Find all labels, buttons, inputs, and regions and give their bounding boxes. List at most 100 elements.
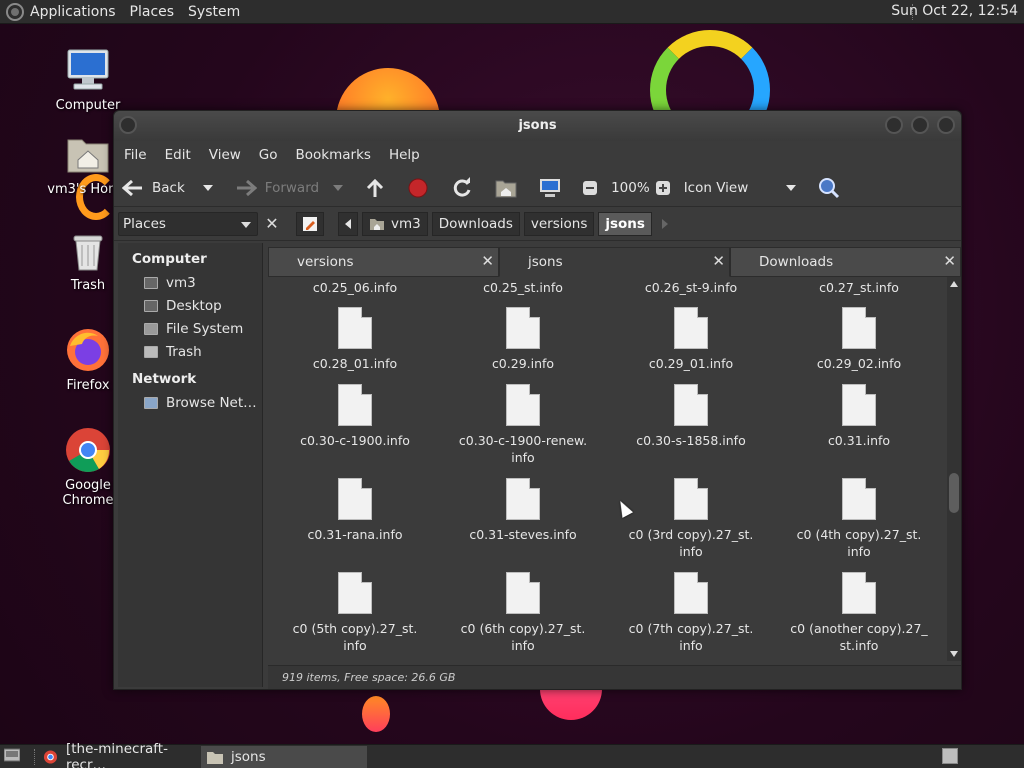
document-icon: [338, 572, 372, 614]
clock[interactable]: Sun Oct 22, 12:54: [891, 3, 1018, 19]
file-item[interactable]: c0.30-c-1900.info: [271, 384, 439, 449]
system-menu[interactable]: System: [188, 4, 240, 20]
file-item[interactable]: c0.28_01.info: [271, 307, 439, 372]
places-menu[interactable]: Places: [130, 4, 175, 20]
scroll-down-icon[interactable]: [950, 651, 958, 657]
file-item[interactable]: c0 (another copy).27_ st.info: [775, 572, 943, 654]
close-icon[interactable]: [937, 116, 955, 134]
close-tab-icon[interactable]: ✕: [712, 252, 725, 270]
show-desktop-icon[interactable]: [3, 748, 21, 766]
file-name: c0.31-steves.info: [469, 527, 577, 542]
back-button[interactable]: Back: [122, 179, 221, 197]
up-button[interactable]: [365, 178, 393, 198]
file-item[interactable]: c0.31-rana.info: [271, 478, 439, 543]
file-item[interactable]: c0.31-steves.info: [439, 478, 607, 543]
scroll-thumb[interactable]: [949, 473, 959, 513]
trash-icon: [144, 345, 158, 358]
breadcrumb-jsons[interactable]: jsons: [598, 211, 652, 236]
breadcrumb-downloads[interactable]: Downloads: [431, 211, 520, 236]
close-sidebar-icon[interactable]: ✕: [262, 213, 282, 235]
sidebar-item-desktop[interactable]: Desktop: [118, 294, 262, 317]
search-button[interactable]: [818, 177, 848, 199]
home-button[interactable]: [495, 178, 525, 198]
window-titlebar[interactable]: jsons: [114, 111, 961, 141]
sidebar-item-file-system[interactable]: File System: [118, 317, 262, 340]
minimize-icon[interactable]: [885, 116, 903, 134]
zoom-level[interactable]: 100%: [611, 180, 650, 196]
file-name-cont: info: [679, 544, 703, 559]
close-tab-icon[interactable]: ✕: [943, 252, 956, 270]
file-item[interactable]: c0.30-s-1858.info: [607, 384, 775, 449]
sidebar-item-trash[interactable]: Trash: [118, 340, 262, 363]
workspace-switcher[interactable]: [942, 748, 958, 764]
tab-jsons[interactable]: jsons ✕: [499, 247, 730, 277]
file-item[interactable]: c0.29_01.info: [607, 307, 775, 372]
menu-file[interactable]: File: [124, 147, 147, 163]
file-name: c0.27_st.info: [819, 280, 899, 295]
tab-downloads[interactable]: Downloads ✕: [730, 247, 961, 277]
tab-versions[interactable]: versions ✕: [268, 247, 499, 277]
file-item[interactable]: c0.25_st.info: [439, 279, 607, 296]
chevron-down-icon: [786, 184, 797, 191]
file-icon-view[interactable]: c0.25_06.info c0.25_st.info c0.26_st-9.i…: [268, 277, 947, 661]
zoom-out-button[interactable]: [583, 180, 605, 195]
sidebar-item-browse-network[interactable]: Browse Net…: [118, 391, 262, 414]
file-item[interactable]: c0 (5th copy).27_st. info: [271, 572, 439, 654]
drive-icon: [144, 322, 158, 335]
document-icon: [674, 478, 708, 520]
breadcrumb-vm3[interactable]: vm3: [362, 211, 428, 236]
close-tab-icon[interactable]: ✕: [481, 252, 494, 270]
file-item[interactable]: c0.26_st-9.info: [607, 279, 775, 296]
tab-label: versions: [297, 254, 354, 270]
breadcrumb-versions[interactable]: versions: [523, 211, 595, 236]
file-item[interactable]: c0 (7th copy).27_st. info: [607, 572, 775, 654]
file-item[interactable]: c0 (4th copy).27_st. info: [775, 478, 943, 560]
distro-logo-icon[interactable]: [6, 2, 24, 21]
file-item[interactable]: c0.31.info: [775, 384, 943, 449]
bottom-panel: [the-minecraft-recr… jsons: [0, 741, 1024, 768]
sidebar-item-vm3[interactable]: vm3: [118, 271, 262, 294]
computer-button[interactable]: [539, 178, 569, 198]
sidebar-type-select[interactable]: Places: [118, 211, 258, 236]
breadcrumb-left-arrow[interactable]: [338, 211, 358, 236]
back-dropdown-icon[interactable]: [202, 184, 213, 191]
taskbar-item-chrome[interactable]: [the-minecraft-recr…: [37, 741, 199, 768]
file-item[interactable]: c0.27_st.info: [775, 279, 943, 296]
file-item[interactable]: c0.29.info: [439, 307, 607, 372]
document-icon: [338, 307, 372, 349]
sidebar-item-label: vm3: [166, 274, 196, 291]
menu-help[interactable]: Help: [389, 147, 420, 163]
menu-go[interactable]: Go: [259, 147, 278, 163]
vertical-scrollbar[interactable]: [947, 277, 961, 661]
menu-edit[interactable]: Edit: [165, 147, 191, 163]
file-item[interactable]: c0.30-c-1900-renew. info: [439, 384, 607, 466]
reload-button[interactable]: [451, 176, 481, 199]
forward-dropdown-icon[interactable]: [333, 184, 344, 191]
zoom-in-button[interactable]: [655, 180, 678, 195]
file-item[interactable]: c0 (3rd copy).27_st. info: [607, 478, 775, 560]
firefox-icon: [64, 326, 112, 374]
stop-button[interactable]: [407, 177, 437, 199]
status-bar: 919 items, Free space: 26.6 GB: [268, 665, 961, 689]
desktop-icon-computer[interactable]: Computer: [38, 46, 138, 113]
tab-label: jsons: [528, 254, 563, 270]
chevron-right-icon[interactable]: [661, 218, 668, 229]
scroll-up-icon[interactable]: [950, 281, 958, 287]
file-item[interactable]: c0.29_02.info: [775, 307, 943, 372]
view-mode-label: Icon View: [683, 179, 749, 196]
file-item[interactable]: c0 (6th copy).27_st. info: [439, 572, 607, 654]
applications-menu[interactable]: Applications: [30, 4, 116, 20]
maximize-icon[interactable]: [911, 116, 929, 134]
taskbar-item-jsons[interactable]: jsons: [201, 745, 367, 768]
document-icon: [506, 478, 540, 520]
document-icon: [674, 572, 708, 614]
home-folder-icon: [495, 180, 517, 197]
view-mode-select[interactable]: Icon View: [684, 180, 805, 196]
edit-location-button[interactable]: [296, 211, 324, 236]
file-name-cont: info: [511, 450, 535, 465]
file-item[interactable]: c0.25_06.info: [271, 279, 439, 296]
menu-view[interactable]: View: [209, 147, 241, 163]
forward-button[interactable]: Forward: [235, 179, 351, 197]
document-icon: [842, 478, 876, 520]
menu-bookmarks[interactable]: Bookmarks: [296, 147, 371, 163]
